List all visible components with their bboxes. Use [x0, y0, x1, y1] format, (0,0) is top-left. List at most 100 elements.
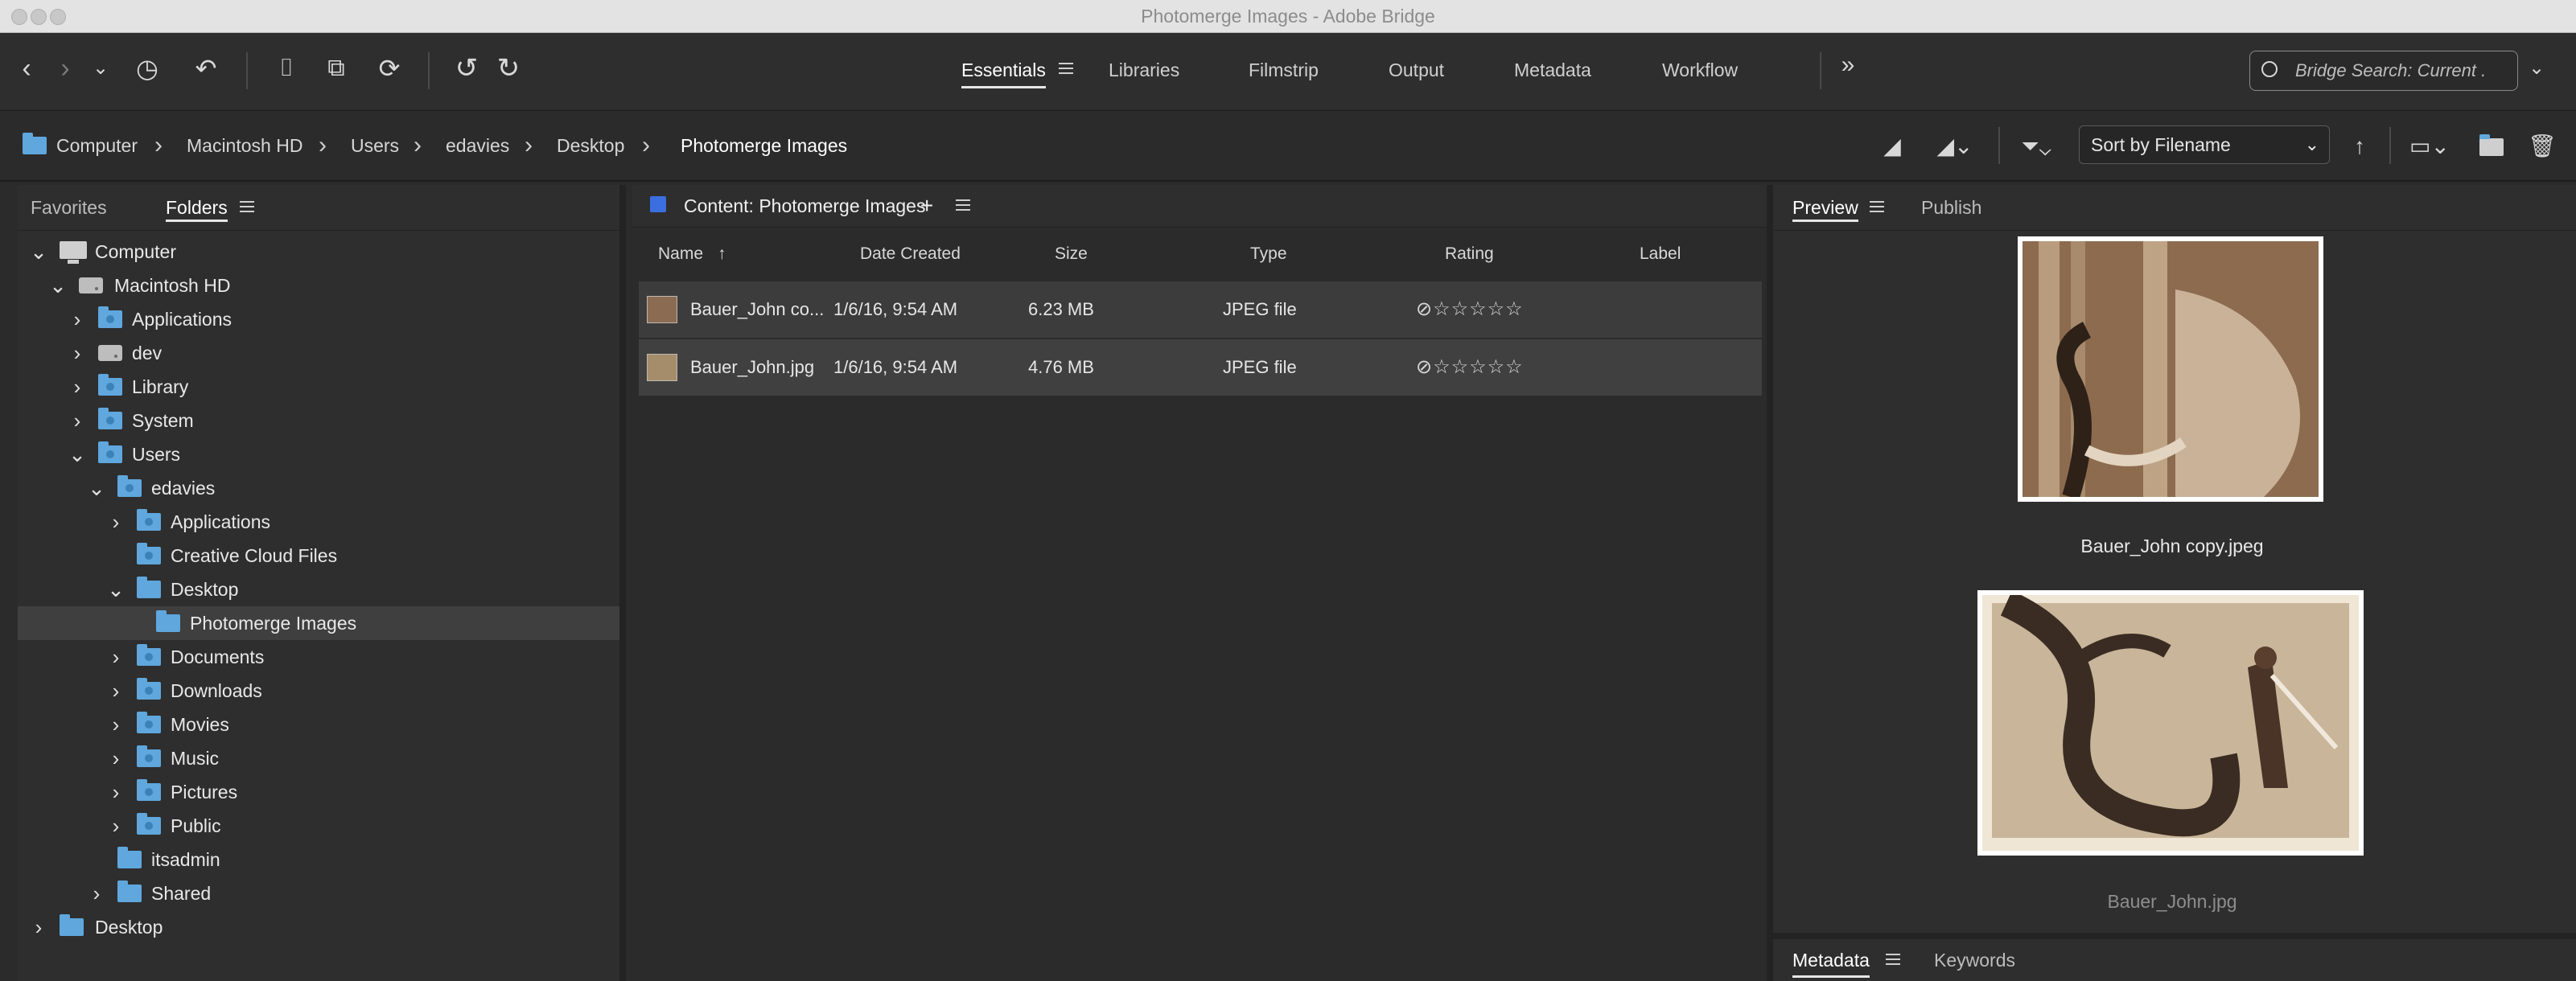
rotate-left-icon[interactable]: ↺ — [451, 52, 483, 84]
search-field[interactable]: Bridge Search: Current . — [2249, 51, 2518, 91]
chevron-down-icon[interactable]: ⌄ — [88, 52, 113, 84]
breadcrumb-photomerge-images[interactable]: Photomerge Images — [681, 111, 847, 180]
back-arrow-icon[interactable]: ‹ — [14, 52, 39, 84]
tree-node-pictures[interactable]: › Pictures — [18, 775, 619, 809]
camera-import-icon[interactable]: ⌷ — [269, 52, 304, 84]
tree-node-users[interactable]: ⌄ Users — [18, 437, 619, 471]
chevron-down-icon[interactable]: ⌄ — [68, 437, 87, 471]
chevron-right-icon[interactable]: › — [106, 775, 126, 809]
thumbnail-quality-icon[interactable]: ◢⌄ — [1931, 130, 1979, 162]
tree-node-system[interactable]: › System — [18, 404, 619, 437]
tree-node-downloads[interactable]: › Downloads — [18, 674, 619, 708]
panel-splitter[interactable] — [1773, 933, 2576, 939]
tree-node-music[interactable]: › Music — [18, 741, 619, 775]
filter-icon[interactable]: ⏷⌄ — [2011, 130, 2061, 162]
rotate-right-icon[interactable]: ↻ — [492, 52, 525, 84]
tree-node-documents[interactable]: › Documents — [18, 640, 619, 674]
chevron-right-icon[interactable]: › — [106, 809, 126, 843]
tab-metadata[interactable]: Metadata — [1792, 939, 1870, 981]
chevron-right-icon[interactable]: › — [106, 674, 126, 708]
column-date-created[interactable]: Date Created — [860, 228, 961, 280]
trash-icon[interactable]: 🗑 — [2528, 130, 2557, 162]
tree-node-root-desktop[interactable]: › Desktop — [18, 910, 619, 944]
refine-stack-icon[interactable]: ⧉ — [312, 52, 360, 84]
forward-arrow-icon[interactable]: › — [53, 52, 77, 84]
creative-cloud-sync-icon[interactable]: ⟳ — [372, 52, 407, 84]
panel-splitter[interactable] — [619, 185, 626, 981]
chevron-right-icon[interactable]: › — [68, 404, 87, 437]
chevron-right-icon[interactable]: › — [106, 505, 126, 539]
tree-node-creative-cloud-files[interactable]: Creative Cloud Files — [18, 539, 619, 573]
tree-node-movies[interactable]: › Movies — [18, 708, 619, 741]
breadcrumb-computer[interactable]: Computer — [56, 111, 138, 180]
breadcrumb-macintosh-hd[interactable]: Macintosh HD — [187, 111, 302, 180]
sort-dropdown[interactable]: Sort by Filename ⌄ — [2079, 125, 2330, 164]
tree-node-applications[interactable]: › Applications — [18, 302, 619, 336]
panel-menu-icon[interactable] — [1870, 201, 1884, 212]
breadcrumb-edavies[interactable]: edavies — [446, 111, 509, 180]
workspace-tab-workflow[interactable]: Workflow — [1662, 57, 1738, 83]
column-name[interactable]: Name — [658, 228, 703, 280]
open-recent-folder-icon[interactable]: ▭⌄ — [2404, 130, 2455, 162]
recent-history-icon[interactable]: ◷ — [129, 52, 166, 84]
preview-image[interactable] — [2018, 236, 2323, 502]
chevron-down-icon[interactable]: ⌄ — [106, 573, 126, 606]
tree-node-public[interactable]: › Public — [18, 809, 619, 843]
panel-menu-icon[interactable] — [956, 199, 970, 211]
new-folder-icon[interactable] — [2479, 134, 2504, 156]
chevron-down-icon[interactable]: ⌄ — [48, 269, 68, 302]
workspace-tab-metadata[interactable]: Metadata — [1514, 57, 1591, 83]
tree-node-library[interactable]: › Library — [18, 370, 619, 404]
column-type[interactable]: Type — [1250, 228, 1287, 280]
preview-image[interactable] — [1977, 590, 2364, 856]
add-tab-icon[interactable]: + — [920, 185, 933, 227]
sort-ascending-icon[interactable]: ↑ — [718, 228, 726, 280]
more-workspaces-icon[interactable]: » — [1836, 49, 1860, 81]
tree-node-shared[interactable]: › Shared — [18, 876, 619, 910]
chevron-right-icon[interactable]: › — [106, 741, 126, 775]
panel-splitter[interactable] — [1767, 185, 1773, 981]
file-row[interactable]: Bauer_John.jpg 1/6/16, 9:54 AM 4.76 MB J… — [639, 339, 1762, 396]
chevron-right-icon[interactable]: › — [87, 876, 106, 910]
column-rating[interactable]: Rating — [1445, 228, 1494, 280]
workspace-menu-icon[interactable] — [1059, 63, 1073, 74]
tree-node-photomerge-images[interactable]: Photomerge Images — [18, 606, 619, 640]
boomerang-icon[interactable]: ↶ — [190, 52, 222, 84]
file-row[interactable]: Bauer_John co... 1/6/16, 9:54 AM 6.23 MB… — [639, 281, 1762, 338]
workspace-tab-essentials[interactable]: Essentials — [961, 57, 1046, 88]
tab-preview[interactable]: Preview — [1792, 185, 1858, 230]
rating-stars[interactable]: ⊘☆☆☆☆☆ — [1416, 281, 1524, 338]
workspace-tab-libraries[interactable]: Libraries — [1109, 57, 1179, 83]
search-options-chevron-icon[interactable]: ⌄ — [2525, 52, 2549, 84]
tree-node-itsadmin[interactable]: itsadmin — [18, 843, 619, 876]
chevron-right-icon[interactable]: › — [106, 640, 126, 674]
column-label[interactable]: Label — [1640, 228, 1681, 280]
chevron-right-icon[interactable]: › — [68, 302, 87, 336]
tree-node-edavies[interactable]: ⌄ edavies — [18, 471, 619, 505]
tree-node-macintosh-hd[interactable]: ⌄ Macintosh HD — [18, 269, 619, 302]
workspace-tab-output[interactable]: Output — [1389, 57, 1444, 83]
chevron-right-icon[interactable]: › — [106, 708, 126, 741]
chevron-down-icon[interactable]: ⌄ — [87, 471, 106, 505]
workspace-tab-filmstrip[interactable]: Filmstrip — [1249, 57, 1319, 83]
tree-node-desktop[interactable]: ⌄ Desktop — [18, 573, 619, 606]
tree-node-user-applications[interactable]: › Applications — [18, 505, 619, 539]
tree-node-computer[interactable]: ⌄ Computer — [18, 235, 619, 269]
panel-menu-icon[interactable] — [1886, 954, 1900, 965]
breadcrumb-desktop[interactable]: Desktop — [557, 111, 624, 180]
tab-publish[interactable]: Publish — [1921, 185, 1981, 230]
quality-options-icon[interactable]: ◢ — [1878, 130, 1907, 162]
chevron-right-icon[interactable]: › — [29, 910, 48, 944]
tree-node-dev[interactable]: › dev — [18, 336, 619, 370]
sort-ascending-icon[interactable]: ↑ — [2348, 130, 2372, 162]
column-size[interactable]: Size — [1055, 228, 1088, 280]
tab-favorites[interactable]: Favorites — [31, 185, 107, 230]
panel-menu-icon[interactable] — [240, 201, 254, 212]
chevron-right-icon[interactable]: › — [68, 336, 87, 370]
tab-folders[interactable]: Folders — [166, 185, 228, 230]
rating-stars[interactable]: ⊘☆☆☆☆☆ — [1416, 339, 1524, 396]
chevron-down-icon[interactable]: ⌄ — [29, 235, 48, 269]
chevron-right-icon[interactable]: › — [68, 370, 87, 404]
tab-keywords[interactable]: Keywords — [1934, 939, 2015, 981]
breadcrumb-users[interactable]: Users — [351, 111, 399, 180]
